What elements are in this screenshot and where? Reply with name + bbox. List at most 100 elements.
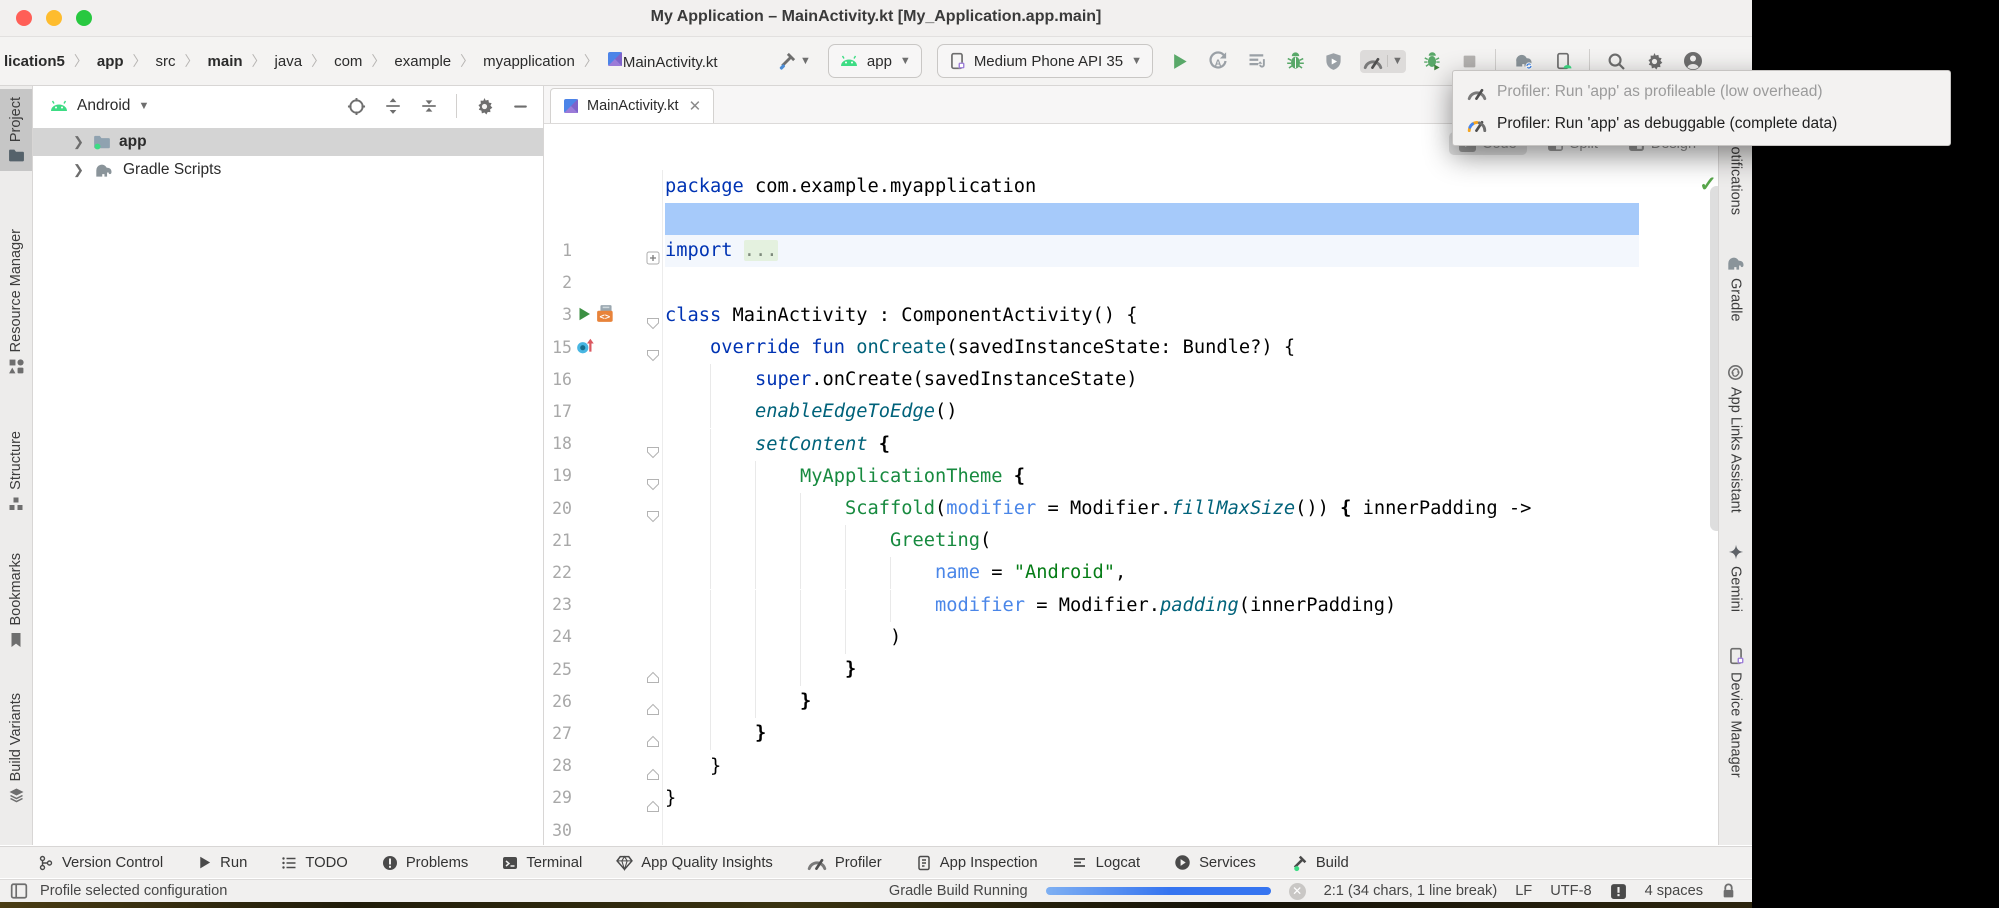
file-encoding[interactable]: UTF-8 <box>1550 883 1591 899</box>
build-progress-bar <box>1046 887 1271 895</box>
locate-file-icon[interactable] <box>347 97 366 116</box>
profiler-menu-item[interactable]: Profiler: Run 'app' as debuggable (compl… <box>1453 108 1950 140</box>
project-view-select[interactable]: Android ▼ <box>49 97 149 115</box>
code-line-1[interactable]: 1 package com.example.myapplication <box>544 171 1718 203</box>
device-select[interactable]: Medium Phone API 35 ▼ <box>937 44 1153 78</box>
tool-stripe-resource-manager[interactable]: Resource Manager <box>0 229 32 375</box>
profiler-menu-item[interactable]: Profiler: Run 'app' as profileable (low … <box>1453 76 1950 108</box>
breadcrumb-separator: 〉 <box>133 51 147 71</box>
tool-stripe-gradle[interactable]: Gradle <box>1719 254 1752 322</box>
breadcrumb-item[interactable]: example <box>392 51 453 72</box>
tool-stripe-gemini[interactable]: Gemini <box>1719 544 1752 612</box>
tool-window-profiler[interactable]: Profiler <box>807 854 882 871</box>
code-line-29[interactable]: 29 } <box>544 718 1718 750</box>
tool-window-version-control[interactable]: Version Control <box>38 855 163 871</box>
code-line-2[interactable]: 2 <box>544 203 1718 235</box>
indent-setting[interactable]: 4 spaces <box>1645 883 1703 899</box>
tool-stripe-bookmarks[interactable]: Bookmarks <box>0 553 32 648</box>
window-title: My Application – MainActivity.kt [My_App… <box>0 8 1752 26</box>
chevron-right-icon[interactable]: ❯ <box>73 134 85 150</box>
code-line-30[interactable]: 30 } <box>544 751 1718 783</box>
breadcrumb-item[interactable]: lication5 <box>2 51 67 72</box>
lock-icon[interactable] <box>1721 882 1736 900</box>
tool-stripe-project[interactable]: Project <box>0 89 32 171</box>
code-line-15[interactable]: 15 <box>544 268 1718 300</box>
tool-window-build[interactable]: Build <box>1290 854 1349 872</box>
code-line-23[interactable]: 23 Greeting( <box>544 525 1718 557</box>
folder-app-icon <box>93 134 111 150</box>
tool-stripe-build-variants[interactable]: Build Variants <box>0 693 32 803</box>
code-line-19[interactable]: 19 enableEdgeToEdge() <box>544 396 1718 428</box>
tool-stripe-app-links-assistant[interactable]: App Links Assistant <box>1719 364 1752 513</box>
tree-item-gradle-scripts[interactable]: ❯ Gradle Scripts <box>33 156 543 184</box>
tool-stripe-structure[interactable]: Structure <box>0 431 32 512</box>
code-line-24[interactable]: 24 name = "Android", <box>544 557 1718 589</box>
attach-debugger-button[interactable] <box>1421 46 1444 76</box>
breadcrumb-item[interactable]: main <box>206 51 245 72</box>
tool-window-app-quality-insights[interactable]: App Quality Insights <box>616 855 773 871</box>
breadcrumb-item[interactable]: com <box>332 51 364 72</box>
caret-position[interactable]: 2:1 (34 chars, 1 line break) <box>1324 883 1498 899</box>
line-separator[interactable]: LF <box>1515 883 1532 899</box>
indent-guide <box>710 429 711 461</box>
breadcrumb-item[interactable]: app <box>95 51 126 72</box>
breadcrumb-item[interactable]: java <box>273 51 305 72</box>
code-line-21[interactable]: 21 MyApplicationTheme { <box>544 461 1718 493</box>
tool-window-app-inspection[interactable]: App Inspection <box>916 855 1038 871</box>
tree-item-app[interactable]: ❯ app <box>33 128 543 156</box>
tool-stripe-device-manager[interactable]: Device Manager <box>1719 646 1752 778</box>
code-line-25[interactable]: 25 modifier = Modifier.padding(innerPadd… <box>544 590 1718 622</box>
cancel-build-icon[interactable]: ✕ <box>1289 883 1306 900</box>
collapse-all-icon[interactable] <box>420 97 438 115</box>
code-area[interactable]: 1 package com.example.myapplication 2 3 … <box>544 86 1718 845</box>
indent-guide <box>710 364 711 396</box>
tool-window-run[interactable]: Run <box>197 855 247 871</box>
project-tree: ❯ app ❯ Gradle Scripts <box>33 128 543 184</box>
code-line-18[interactable]: 18 super.onCreate(savedInstanceState) <box>544 364 1718 396</box>
breadcrumb-separator: 〉 <box>371 51 385 71</box>
editor: MainActivity.kt ✕ </>Code Split Design 1… <box>544 86 1718 845</box>
code-line-20[interactable]: 20 setContent { <box>544 429 1718 461</box>
debug-button[interactable] <box>1284 46 1307 76</box>
breadcrumb-item[interactable]: myapplication <box>481 51 577 72</box>
indent-guide <box>755 654 756 686</box>
code-line-22[interactable]: 22 Scaffold(modifier = Modifier.fillMaxS… <box>544 493 1718 525</box>
code-line-32[interactable]: 32 <box>544 815 1718 845</box>
apply-changes-restart-button[interactable]: A <box>1206 46 1230 76</box>
notification-icon[interactable] <box>1610 883 1627 900</box>
tool-window-terminal[interactable]: Terminal <box>502 855 582 871</box>
build-status-text[interactable]: Gradle Build Running <box>889 883 1028 899</box>
panel-gear-icon[interactable] <box>475 97 494 116</box>
run-button[interactable] <box>1168 46 1191 76</box>
breadcrumb-item[interactable]: MainActivity.kt <box>605 49 720 73</box>
code-line-31[interactable]: 31 } <box>544 783 1718 815</box>
class-gutter-icon: <> <box>596 304 616 323</box>
breadcrumb-item[interactable]: src <box>154 51 178 72</box>
tool-window-widget-icon[interactable] <box>10 882 28 900</box>
tool-stripe-notifications[interactable]: Notifications <box>1719 136 1752 215</box>
build-button[interactable]: ▼ <box>775 46 813 76</box>
tool-window-logcat[interactable]: Logcat <box>1072 855 1140 871</box>
run-gutter-icon[interactable] <box>576 304 592 323</box>
chevron-right-icon[interactable]: ❯ <box>73 162 85 178</box>
profiler-dropdown-arrow[interactable]: ▼ <box>1387 55 1403 67</box>
run-configuration-select[interactable]: app ▼ <box>828 44 922 78</box>
tool-window-problems[interactable]: Problems <box>382 855 469 871</box>
code-line-17[interactable]: 17 override fun onCreate(savedInstanceSt… <box>544 332 1718 364</box>
code-line-16[interactable]: 16 <> class MainActivity : ComponentActi… <box>544 300 1718 332</box>
profile-low-overhead-button[interactable] <box>1322 46 1345 76</box>
gear-icon <box>1645 52 1664 71</box>
editor-scrollbar[interactable] <box>1710 186 1718 531</box>
code-line-27[interactable]: 27 } <box>544 654 1718 686</box>
tool-window-services[interactable]: Services <box>1174 854 1256 871</box>
code-line-28[interactable]: 28 } <box>544 686 1718 718</box>
hide-panel-icon[interactable] <box>512 98 529 115</box>
profiler-button[interactable]: ▼ <box>1360 50 1406 73</box>
expand-all-icon[interactable] <box>384 97 402 115</box>
code-line-3[interactable]: 3 import ... <box>544 235 1718 267</box>
indent-guide <box>890 590 891 622</box>
tool-window-todo[interactable]: TODO <box>281 855 347 871</box>
code-line-26[interactable]: 26 ) <box>544 622 1718 654</box>
apply-code-changes-button[interactable] <box>1245 46 1269 76</box>
resource-icon <box>8 358 25 375</box>
